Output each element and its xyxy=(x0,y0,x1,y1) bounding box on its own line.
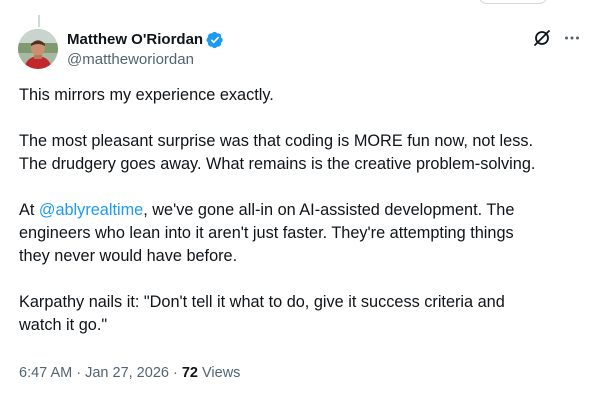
tweet-paragraph: The most pleasant surprise was that codi… xyxy=(19,130,584,176)
verified-badge-icon[interactable] xyxy=(206,31,224,49)
tweet-line: The drudgery goes away. What remains is … xyxy=(19,155,536,173)
grok-icon[interactable] xyxy=(532,28,552,48)
tweet-paragraph: Karpathy nails it: "Don't tell it what t… xyxy=(19,291,584,337)
tweet-paragraph: At @ablyrealtime, we've gone all-in on A… xyxy=(19,199,584,268)
views-label[interactable]: Views xyxy=(198,365,240,381)
tweet-text-fragment: , we've gone all-in on AI-assisted devel… xyxy=(143,201,515,219)
name-row: Matthew O'Riordan xyxy=(67,30,224,50)
avatar[interactable] xyxy=(18,29,58,69)
more-options-icon[interactable] xyxy=(562,28,582,48)
tweet-text-fragment: At xyxy=(19,201,39,219)
user-handle[interactable]: @mattheworiordan xyxy=(67,50,224,70)
tweet-line: engineers who lean into it aren't just f… xyxy=(19,224,514,242)
tweet-actions xyxy=(532,28,582,48)
mention-link[interactable]: @ablyrealtime xyxy=(39,201,143,219)
tweet-paragraph: This mirrors my experience exactly. xyxy=(19,84,584,107)
thread-connector-line xyxy=(38,15,40,27)
tweet-line: This mirrors my experience exactly. xyxy=(19,86,274,104)
tweet-card: Matthew O'Riordan @mattheworiordan This … xyxy=(0,0,594,403)
tweet-text: This mirrors my experience exactly. The … xyxy=(19,84,584,360)
tweet-date[interactable]: Jan 27, 2026 xyxy=(85,365,169,381)
avatar-image xyxy=(18,29,58,69)
tweet-line: The most pleasant surprise was that codi… xyxy=(19,132,534,150)
tweet-time[interactable]: 6:47 AM xyxy=(19,365,72,381)
meta-separator: · xyxy=(168,365,182,381)
tweet-line: they never would have before. xyxy=(19,247,238,265)
top-clipped-area xyxy=(0,0,594,6)
tweet-meta: 6:47 AM · Jan 27, 2026 · 72 Views xyxy=(19,363,240,383)
tweet-header: Matthew O'Riordan @mattheworiordan xyxy=(67,30,224,70)
views-count[interactable]: 72 xyxy=(182,365,198,381)
meta-separator: · xyxy=(72,365,86,381)
tweet-line: Karpathy nails it: "Don't tell it what t… xyxy=(19,293,505,311)
display-name[interactable]: Matthew O'Riordan xyxy=(67,30,203,50)
clipped-button[interactable] xyxy=(478,0,548,4)
tweet-line: watch it go." xyxy=(19,316,108,334)
